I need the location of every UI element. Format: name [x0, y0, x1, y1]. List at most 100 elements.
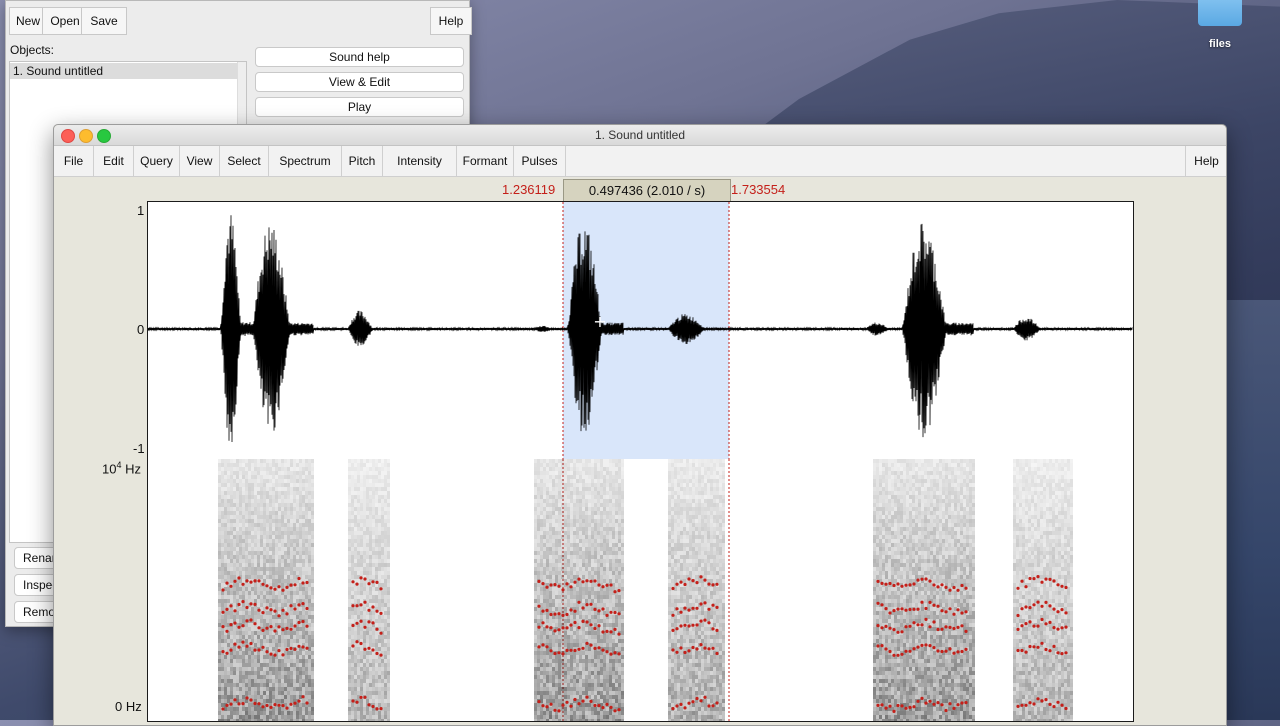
spectrogram-cell: [260, 459, 263, 463]
spectrogram-cell: [245, 687, 248, 691]
menu-edit[interactable]: Edit: [94, 146, 134, 176]
spectrogram-cell: [558, 683, 561, 687]
spectrogram-cell: [612, 527, 615, 531]
spectrogram-cell: [387, 523, 390, 527]
spectrogram-cell: [305, 639, 308, 643]
menu-file[interactable]: File: [54, 146, 94, 176]
spectrogram-cell: [296, 719, 299, 721]
desktop-folder-label[interactable]: files: [1198, 38, 1242, 50]
spectrogram-cell: [579, 459, 582, 463]
spectrogram-cell: [360, 711, 363, 715]
spectrogram-cell: [278, 691, 281, 695]
spectrogram-cell: [290, 475, 293, 479]
spectrogram-cell: [272, 535, 275, 539]
menu-formant[interactable]: Formant: [457, 146, 514, 176]
spectrogram-cell: [248, 563, 251, 567]
spectrogram-cell: [384, 623, 387, 627]
spectrogram-cell: [591, 715, 594, 719]
spectrogram-cell: [224, 715, 227, 719]
spectrogram-cell: [534, 459, 537, 463]
sound-help-button[interactable]: Sound help: [255, 47, 464, 67]
selection-duration[interactable]: 0.497436 (2.010 / s): [563, 179, 731, 203]
spectrogram-cell: [239, 507, 242, 511]
spectrogram-cell: [260, 543, 263, 547]
menu-intensity[interactable]: Intensity: [383, 146, 457, 176]
spectrogram-cell: [384, 607, 387, 611]
spectrogram-cell: [263, 695, 266, 699]
spectrogram-cell: [573, 687, 576, 691]
spectrogram-cell: [245, 679, 248, 683]
spectrogram-cell: [600, 635, 603, 639]
waveform-panel[interactable]: +: [147, 201, 1134, 461]
spectrogram-cell: [378, 495, 381, 499]
spectrogram-cell: [585, 703, 588, 707]
spectrogram-cell: [555, 659, 558, 663]
spectrogram-cell: [272, 483, 275, 487]
view-edit-button[interactable]: View & Edit: [255, 72, 464, 92]
spectrogram-cell: [308, 599, 311, 603]
spectrogram-cell: [354, 591, 357, 595]
spectrogram-cell: [375, 711, 378, 715]
menu-spectrum[interactable]: Spectrum: [269, 146, 342, 176]
spectrogram-cell: [360, 583, 363, 587]
spectrogram-cell: [245, 595, 248, 599]
spectrogram-cell: [561, 559, 564, 563]
spectrogram-cell: [612, 579, 615, 583]
spectrogram-cell: [594, 563, 597, 567]
spectrogram-cell: [549, 559, 552, 563]
spectrogram-cell: [600, 715, 603, 719]
folder-icon[interactable]: [1198, 0, 1242, 26]
spectrogram-panel[interactable]: [147, 459, 1134, 722]
spectrogram-cell: [230, 675, 233, 679]
spectrogram-cell: [357, 707, 360, 711]
spectrogram-cell: [576, 663, 579, 667]
spectrogram-cell: [287, 675, 290, 679]
spectrogram-cell: [308, 675, 311, 679]
spectrogram-cell: [567, 675, 570, 679]
menu-view[interactable]: View: [180, 146, 220, 176]
spectrogram-cell: [275, 559, 278, 563]
spectrogram-cell: [254, 715, 257, 719]
spectrogram-cell: [363, 667, 366, 671]
spectrogram-cell: [384, 671, 387, 675]
play-button[interactable]: Play: [255, 97, 464, 117]
title-bar[interactable]: 1. Sound untitled: [54, 125, 1226, 146]
spectrogram-cell: [272, 547, 275, 551]
help-menu[interactable]: Help: [1185, 146, 1227, 176]
spectrogram-cell: [293, 591, 296, 595]
menu-query[interactable]: Query: [134, 146, 180, 176]
spectrogram-cell: [263, 571, 266, 575]
spectrogram-cell: [549, 547, 552, 551]
menu-pitch[interactable]: Pitch: [342, 146, 383, 176]
save-button[interactable]: Save: [81, 7, 127, 35]
spectrogram-cell: [567, 507, 570, 511]
spectrogram-cell: [540, 491, 543, 495]
spectrogram-cell: [366, 487, 369, 491]
spectrogram-cell: [579, 639, 582, 643]
list-item[interactable]: 1. Sound untitled: [10, 63, 241, 79]
spectrogram-cell: [555, 699, 558, 703]
spectrogram-cell: [372, 531, 375, 535]
spectrogram-cell: [348, 615, 351, 619]
spectrogram-cell: [305, 555, 308, 559]
spectrogram-cell: [534, 599, 537, 603]
spectrogram-cell: [275, 603, 278, 607]
spectrogram-cell: [384, 719, 387, 721]
spectrogram-cell: [576, 539, 579, 543]
spectrogram-cell: [381, 635, 384, 639]
spectrogram-cell: [269, 551, 272, 555]
spectrogram-cell: [570, 519, 573, 523]
menu-pulses[interactable]: Pulses: [514, 146, 566, 176]
spectrogram-cell: [363, 651, 366, 655]
menu-select[interactable]: Select: [220, 146, 269, 176]
spectrogram-cell: [537, 611, 540, 615]
help-button[interactable]: Help: [430, 7, 472, 35]
spectrogram-cell: [287, 563, 290, 567]
spectrogram-cell: [561, 643, 564, 647]
spectrogram-cell: [582, 459, 585, 463]
spectrogram-cell: [618, 627, 621, 631]
spectrogram-cell: [375, 563, 378, 567]
spectrogram-cell: [357, 519, 360, 523]
spectrogram-cell: [254, 575, 257, 579]
spectrogram-cell: [290, 511, 293, 515]
